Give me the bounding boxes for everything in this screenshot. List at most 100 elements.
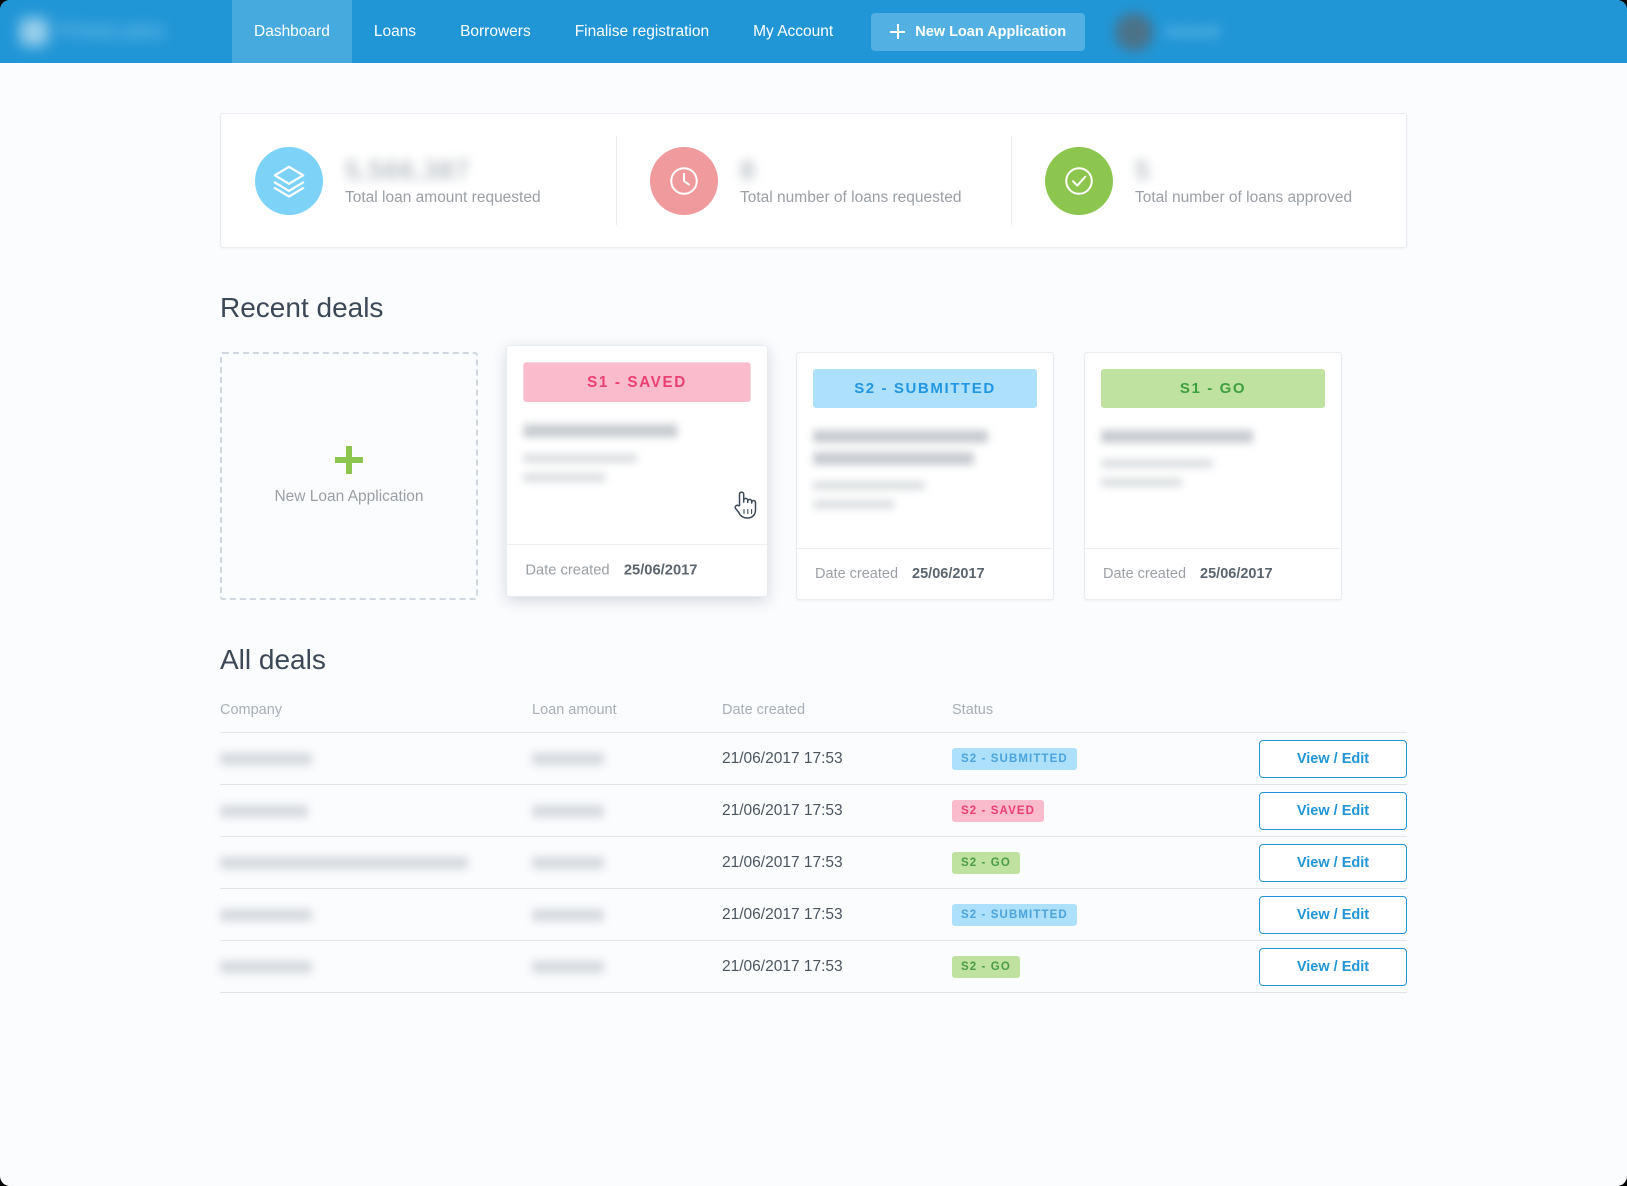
cell-company bbox=[220, 856, 532, 869]
nav-item-my-account[interactable]: My Account bbox=[731, 0, 855, 63]
table-row[interactable]: 21/06/2017 17:53 S2 - SUBMITTED View / E… bbox=[220, 733, 1407, 785]
status-badge: S1 - SAVED bbox=[523, 362, 751, 402]
recent-deal-card-footer: Date created 25/06/2017 bbox=[1085, 548, 1341, 599]
summary-stats-card: 5,566,387 Total loan amount requested 8 … bbox=[220, 113, 1407, 248]
view-edit-button[interactable]: View / Edit bbox=[1259, 739, 1407, 778]
date-created-value: 25/06/2017 bbox=[912, 566, 985, 582]
stat-label-loans-approved: Total number of loans approved bbox=[1135, 188, 1353, 206]
clock-icon bbox=[650, 146, 718, 215]
cell-loan-amount bbox=[532, 856, 722, 869]
column-header-date-created: Date created bbox=[722, 702, 806, 718]
company-name-redacted bbox=[220, 960, 312, 973]
cell-company bbox=[220, 752, 532, 765]
cell-actions: View / Edit bbox=[1202, 895, 1407, 934]
view-edit-button[interactable]: View / Edit bbox=[1259, 947, 1407, 986]
stat-total-number-of-loans-approved: 5 Total number of loans approved bbox=[1011, 114, 1406, 247]
column-header-actions bbox=[1202, 702, 1407, 718]
cell-actions: View / Edit bbox=[1202, 739, 1407, 778]
page-content: 5,566,387 Total loan amount requested 8 … bbox=[0, 113, 1627, 993]
stat-total-loan-amount-requested: 5,566,387 Total loan amount requested bbox=[221, 114, 616, 247]
recent-deal-card[interactable]: S1 - GO Date created 25/06/2017 bbox=[1084, 352, 1342, 600]
date-created-value: 25/06/2017 bbox=[1200, 566, 1273, 582]
loan-amount-redacted bbox=[532, 960, 604, 973]
new-loan-application-card-label: New Loan Application bbox=[274, 488, 424, 505]
recent-deals-title: Recent deals bbox=[220, 292, 384, 323]
stat-total-number-of-loans-requested: 8 Total number of loans requested bbox=[616, 114, 1011, 247]
nav-item-my-account-label: My Account bbox=[753, 22, 834, 40]
loan-amount-redacted bbox=[532, 752, 604, 765]
all-deals-title: All deals bbox=[220, 644, 326, 675]
new-loan-application-button-label: New Loan Application bbox=[915, 23, 1067, 40]
status-badge: S1 - GO bbox=[1101, 369, 1325, 408]
cell-loan-amount bbox=[532, 752, 722, 765]
cell-loan-amount bbox=[532, 804, 722, 817]
cell-status: S2 - SUBMITTED bbox=[952, 903, 1202, 926]
nav-item-loans-label: Loans bbox=[373, 22, 417, 40]
view-edit-button[interactable]: View / Edit bbox=[1259, 791, 1407, 830]
nav-item-dashboard[interactable]: Dashboard bbox=[232, 0, 352, 63]
recent-deal-card-body: S1 - GO bbox=[1085, 353, 1341, 548]
cell-company bbox=[220, 960, 532, 973]
view-edit-button[interactable]: View / Edit bbox=[1259, 895, 1407, 934]
recent-deal-card-footer: Date created 25/06/2017 bbox=[507, 544, 767, 596]
new-loan-application-card[interactable]: New Loan Application bbox=[220, 352, 478, 600]
detail-line-redacted bbox=[523, 453, 637, 463]
cell-date-created: 21/06/2017 17:53 bbox=[722, 905, 843, 923]
detail-line-redacted bbox=[813, 481, 925, 490]
recent-deal-card-details bbox=[1101, 430, 1325, 487]
stat-value-loans-requested: 8 bbox=[740, 154, 756, 185]
detail-line-redacted bbox=[1101, 459, 1213, 468]
view-edit-button[interactable]: View / Edit bbox=[1259, 843, 1407, 882]
new-loan-application-button[interactable]: New Loan Application bbox=[871, 12, 1086, 51]
nav-item-loans[interactable]: Loans bbox=[352, 0, 438, 63]
account-name-label: Account bbox=[1165, 23, 1220, 40]
account-menu[interactable]: Account bbox=[1115, 0, 1219, 63]
column-header-loan-amount: Loan amount bbox=[532, 702, 617, 718]
nav-item-finalise-registration[interactable]: Finalise registration bbox=[553, 0, 731, 63]
cell-actions: View / Edit bbox=[1202, 947, 1407, 986]
status-badge: S2 - SAVED bbox=[952, 799, 1045, 822]
stat-value-loans-approved: 5 bbox=[1135, 154, 1151, 185]
recent-deal-card-details bbox=[523, 424, 750, 483]
plus-icon bbox=[890, 24, 906, 39]
company-name-redacted bbox=[220, 804, 308, 817]
nav-item-borrowers-label: Borrowers bbox=[460, 22, 531, 40]
date-created-label: Date created bbox=[525, 562, 610, 579]
recent-deal-card-col: S2 - SUBMITTED Date created 25/06/2017 bbox=[796, 352, 1054, 600]
cell-date-created: 21/06/2017 17:53 bbox=[722, 853, 843, 871]
company-name-redacted bbox=[523, 424, 678, 438]
loan-amount-redacted bbox=[532, 856, 604, 869]
detail-line-redacted bbox=[1101, 478, 1182, 487]
cell-loan-amount bbox=[532, 960, 722, 973]
brand-logo[interactable]: PrimeLoans bbox=[0, 0, 232, 63]
date-created-label: Date created bbox=[815, 566, 899, 582]
nav-items: Dashboard Loans Borrowers Finalise regis… bbox=[232, 0, 855, 63]
recent-deal-card-col: S1 - GO Date created 25/06/2017 bbox=[1084, 352, 1342, 600]
table-row[interactable]: 21/06/2017 17:53 S2 - GO View / Edit bbox=[220, 941, 1407, 993]
recent-deal-card[interactable]: S2 - SUBMITTED Date created 25/06/2017 bbox=[796, 352, 1054, 600]
table-row[interactable]: 21/06/2017 17:53 S2 - SAVED View / Edit bbox=[220, 785, 1407, 837]
brand-logo-icon bbox=[20, 17, 48, 46]
loan-amount-redacted bbox=[532, 804, 604, 817]
company-name-redacted bbox=[813, 430, 988, 443]
cell-company bbox=[220, 908, 532, 921]
company-name-redacted bbox=[813, 452, 975, 465]
recent-deal-card-footer: Date created 25/06/2017 bbox=[797, 548, 1053, 599]
cell-date-created: 21/06/2017 17:53 bbox=[722, 957, 843, 975]
recent-deals-row: New Loan Application S1 - SAVED Date cre… bbox=[220, 345, 1407, 600]
cell-status: S2 - GO bbox=[952, 851, 1202, 874]
company-name-redacted bbox=[220, 856, 468, 869]
cell-date-created: 21/06/2017 17:53 bbox=[722, 801, 843, 819]
nav-item-borrowers[interactable]: Borrowers bbox=[438, 0, 553, 63]
status-badge: S2 - SUBMITTED bbox=[952, 903, 1077, 926]
recent-deal-card-details bbox=[813, 430, 1037, 509]
table-row[interactable]: 21/06/2017 17:53 S2 - GO View / Edit bbox=[220, 837, 1407, 889]
check-circle-icon bbox=[1045, 146, 1113, 215]
column-header-company: Company bbox=[220, 702, 283, 718]
loan-amount-redacted bbox=[532, 908, 604, 921]
recent-deal-card-col: S1 - SAVED Date created 25/06/2017 bbox=[506, 345, 768, 600]
stat-label-total-loan-amount: Total loan amount requested bbox=[345, 188, 541, 206]
layers-icon bbox=[255, 146, 323, 215]
table-row[interactable]: 21/06/2017 17:53 S2 - SUBMITTED View / E… bbox=[220, 889, 1407, 941]
recent-deal-card[interactable]: S1 - SAVED Date created 25/06/2017 bbox=[506, 345, 768, 597]
